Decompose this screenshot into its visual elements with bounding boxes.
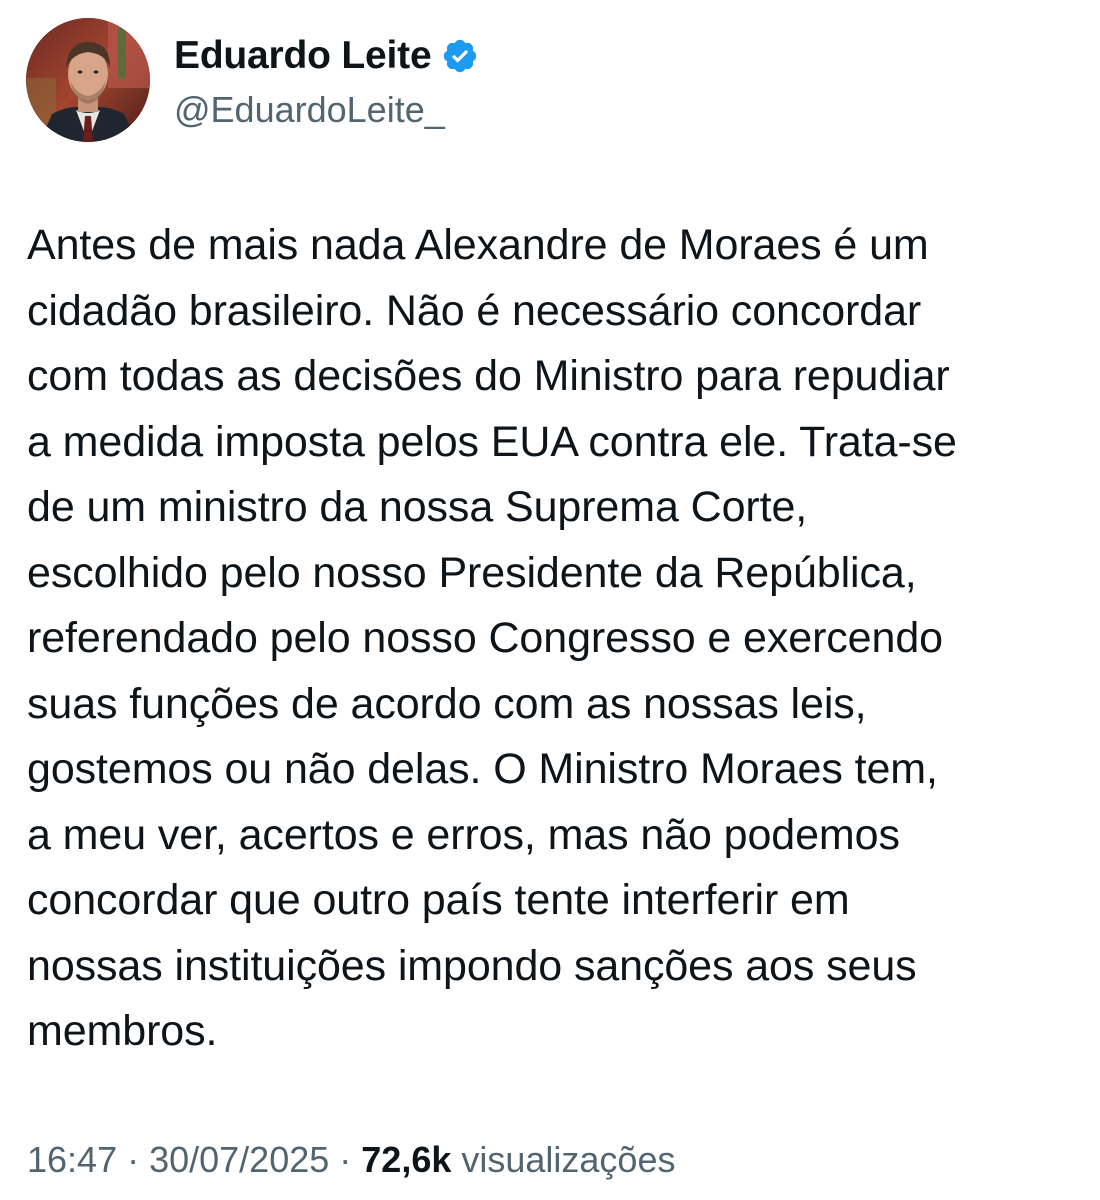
author-names: Eduardo Leite @EduardoLeite_ [174,29,479,131]
handle[interactable]: @EduardoLeite_ [174,89,479,131]
tweet-card: Eduardo Leite @EduardoLeite_ Antes de ma… [0,0,1100,1200]
meta-separator: · [117,1139,150,1180]
avatar[interactable] [26,18,150,142]
profile-photo [26,18,150,142]
verified-badge-icon [441,37,479,75]
views-label: visualizações [451,1139,676,1180]
tweet-header: Eduardo Leite @EduardoLeite_ [26,18,479,142]
tweet-meta: 16:47 · 30/07/2025 · 72,6k visualizações [27,1132,675,1188]
name-row: Eduardo Leite [174,29,479,83]
tweet-time[interactable]: 16:47 [27,1139,117,1180]
tweet-date[interactable]: 30/07/2025 [149,1139,329,1180]
display-name[interactable]: Eduardo Leite [174,34,432,78]
tweet-text: Antes de mais nada Alexandre de Moraes é… [27,221,957,1055]
meta-separator-2: · [329,1139,362,1180]
views-count[interactable]: 72,6k [361,1139,451,1180]
